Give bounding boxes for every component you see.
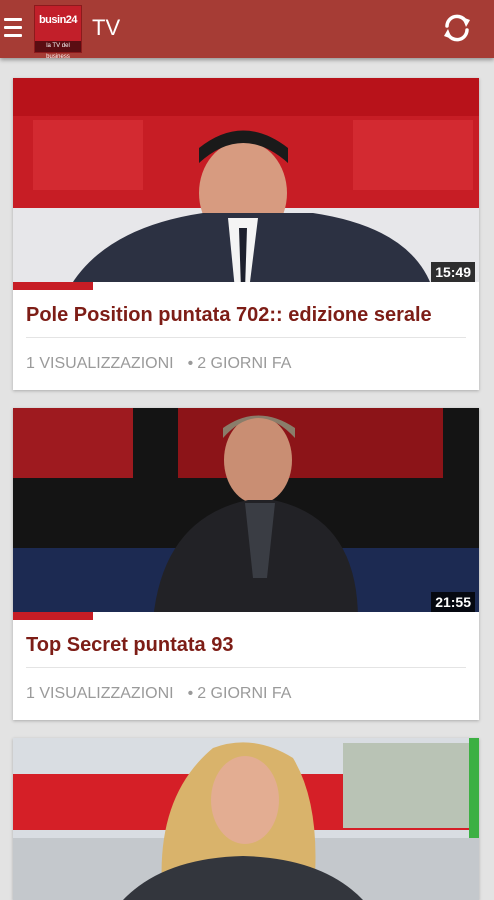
- video-title[interactable]: Top Secret puntata 93: [26, 632, 233, 658]
- thumbnail-image: [13, 408, 479, 620]
- logo-subtext: la TV del business: [35, 41, 81, 60]
- divider: [26, 337, 466, 338]
- separator-dot: •: [187, 355, 194, 372]
- page-title: TV: [92, 15, 121, 40]
- app-bar: busin24 la TV del business TV: [0, 0, 494, 60]
- video-thumbnail[interactable]: 15:49: [13, 78, 479, 290]
- video-meta: 1 VISUALIZZAZIONI • 2 GIORNI FA: [26, 354, 291, 374]
- upload-age: 2 GIORNI FA: [197, 685, 292, 702]
- hamburger-menu-icon[interactable]: [4, 18, 22, 38]
- video-card[interactable]: [13, 738, 479, 900]
- video-duration: 15:49: [431, 262, 475, 282]
- thumbnail-image: [13, 738, 479, 900]
- view-count: 1 VISUALIZZAZIONI: [26, 355, 174, 372]
- video-meta: 1 VISUALIZZAZIONI • 2 GIORNI FA: [26, 684, 291, 704]
- divider: [26, 667, 466, 668]
- view-count: 1 VISUALIZZAZIONI: [26, 685, 174, 702]
- video-thumbnail[interactable]: 21:55: [13, 408, 479, 620]
- refresh-icon[interactable]: [440, 11, 474, 45]
- thumbnail-image: [13, 78, 479, 290]
- video-card[interactable]: 21:55 Top Secret puntata 93 1 VISUALIZZA…: [13, 408, 479, 720]
- video-duration: 21:55: [431, 592, 475, 612]
- app-logo: busin24 la TV del business: [34, 5, 82, 60]
- logo-text: busin24: [38, 14, 78, 26]
- video-card[interactable]: 15:49 Pole Position puntata 702:: edizio…: [13, 78, 479, 390]
- separator-dot: •: [187, 685, 194, 702]
- video-title[interactable]: Pole Position puntata 702:: edizione ser…: [26, 302, 432, 328]
- upload-age: 2 GIORNI FA: [197, 355, 292, 372]
- video-thumbnail[interactable]: [13, 738, 479, 900]
